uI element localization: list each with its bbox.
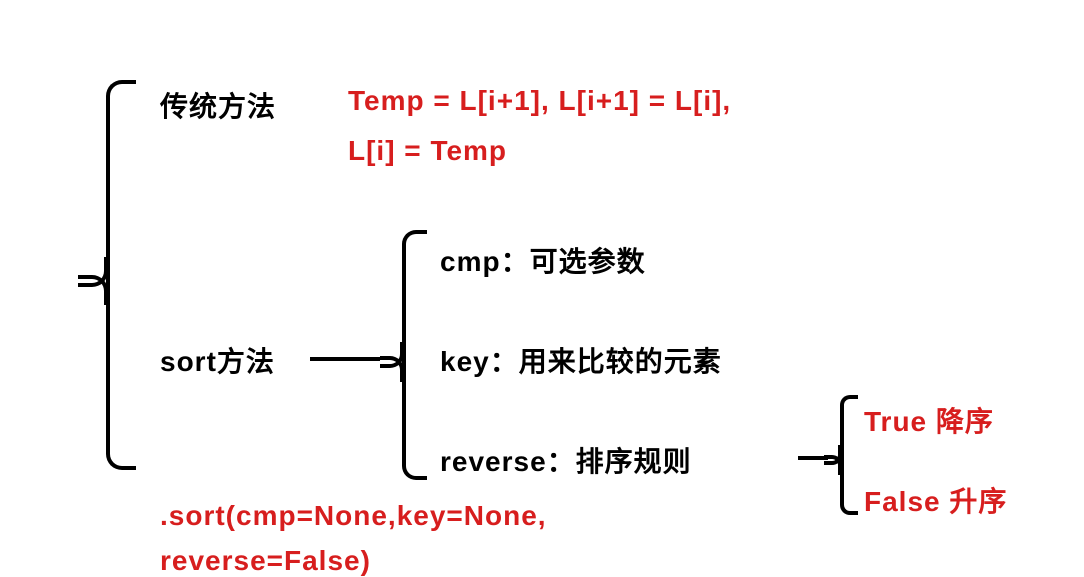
sort-call-line2: reverse=False) (160, 545, 371, 577)
traditional-method-code-line2: L[i] = Temp (348, 135, 507, 167)
traditional-method-label: 传统方法 (160, 85, 276, 125)
param-key: key：用来比较的元素 (440, 340, 722, 380)
connector-line (310, 357, 380, 361)
sort-call-line1: .sort(cmp=None,key=None, (160, 500, 547, 532)
brace-outer (78, 80, 138, 470)
param-cmp: cmp：可选参数 (440, 240, 646, 280)
reverse-false: False 升序 (864, 480, 1007, 520)
connector-line-reverse (798, 456, 828, 460)
brace-small (824, 395, 860, 515)
sort-method-label: sort方法 (160, 340, 275, 380)
param-reverse: reverse：排序规则 (440, 440, 692, 480)
reverse-true: True 降序 (864, 400, 994, 440)
traditional-method-code-line1: Temp = L[i+1], L[i+1] = L[i], (348, 85, 731, 117)
brace-middle (380, 230, 430, 480)
